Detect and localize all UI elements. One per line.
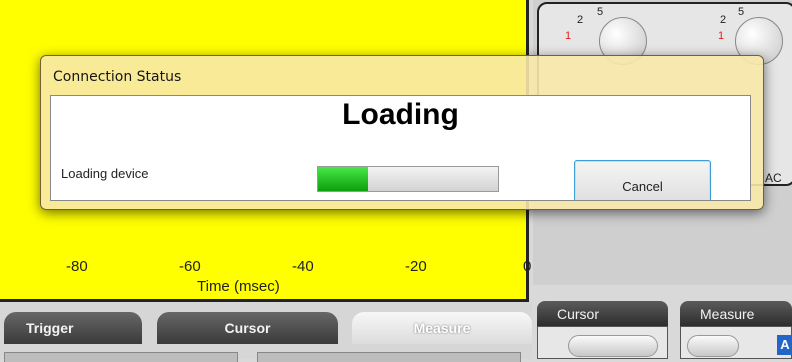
measure-toggle[interactable] xyxy=(687,335,739,357)
x-tick-label: -60 xyxy=(179,258,201,275)
tab-cursor[interactable]: Cursor xyxy=(157,312,338,344)
cursor-panel xyxy=(537,326,668,359)
measure-channel-a-button[interactable]: A xyxy=(777,335,792,355)
dialog-title: Connection Status xyxy=(53,69,182,85)
x-tick-label: 0 xyxy=(523,258,532,275)
tab-trigger[interactable]: Trigger xyxy=(4,312,142,344)
measure-panel-title: Measure xyxy=(680,301,792,327)
tab-bar: Trigger Cursor Measure xyxy=(0,302,532,362)
knob-scale-label: 2 xyxy=(577,14,584,26)
coupling-label[interactable]: AC xyxy=(765,171,782,185)
loading-message: Loading device xyxy=(61,166,149,181)
tab-measure[interactable]: Measure xyxy=(352,312,532,344)
cursor-panel-title: Cursor xyxy=(537,301,668,327)
cancel-button[interactable]: Cancel xyxy=(574,160,711,200)
dialog-body: Loading Loading device Cancel xyxy=(50,95,751,201)
cursor-toggle[interactable] xyxy=(568,335,658,357)
loading-heading: Loading xyxy=(342,98,459,131)
tab-content-edge xyxy=(4,352,238,362)
knob-scale-label: 5 xyxy=(597,6,604,18)
knob-scale-label: 1 xyxy=(718,30,725,42)
measure-panel: A xyxy=(680,326,792,359)
progress-fill xyxy=(318,167,369,191)
knob-scale-label: 5 xyxy=(738,6,745,18)
connection-status-dialog: Connection Status Loading Loading device… xyxy=(40,55,764,210)
loading-progress-bar xyxy=(317,166,499,192)
knob-scale-label: 2 xyxy=(720,14,727,26)
x-tick-label: -80 xyxy=(66,258,88,275)
knob-scale-label: 1 xyxy=(565,30,572,42)
tab-content-edge xyxy=(257,352,521,362)
x-axis-label: Time (msec) xyxy=(197,278,280,295)
x-tick-label: -20 xyxy=(405,258,427,275)
x-tick-label: -40 xyxy=(292,258,314,275)
